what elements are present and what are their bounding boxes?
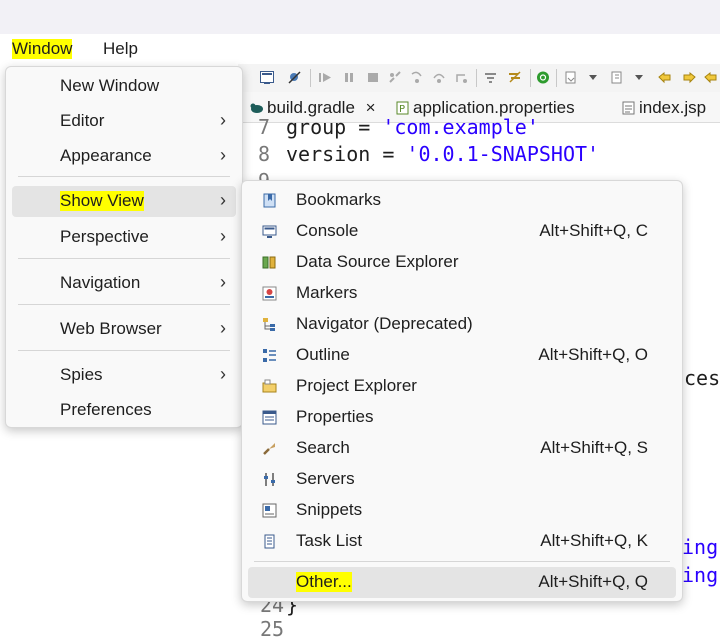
task-list-icon	[264, 534, 275, 549]
back-icon[interactable]	[658, 71, 672, 84]
line-number: 25	[260, 617, 285, 641]
step-over-icon[interactable]	[432, 71, 446, 84]
navigator-icon	[263, 318, 275, 331]
console-icon	[262, 225, 277, 238]
chevron-right-icon: ›	[220, 364, 226, 384]
window-title-bar	[0, 0, 720, 34]
menu-separator	[18, 350, 230, 351]
window-menu: New Window Editor › Appearance › Show View…	[5, 66, 243, 428]
bookmark-icon	[263, 193, 276, 208]
chevron-right-icon: ›	[220, 110, 226, 130]
forward-icon[interactable]	[682, 71, 696, 84]
disconnect-icon[interactable]	[388, 71, 402, 84]
menu-item-show-view[interactable]: Show View ›	[12, 186, 236, 217]
terminal-icon[interactable]	[260, 71, 274, 84]
submenu-item-outline[interactable]: Outline Alt+Shift+Q, O	[242, 340, 682, 371]
submenu-item-markers[interactable]: Markers	[242, 278, 682, 309]
menu-help[interactable]: Help	[103, 39, 138, 59]
toolbar-separator	[530, 69, 531, 87]
open-type-icon[interactable]	[610, 71, 624, 84]
spring-boot-icon[interactable]	[536, 71, 550, 84]
chevron-right-icon: ›	[220, 226, 226, 246]
submenu-item-other[interactable]: Other... Alt+Shift+Q, Q	[248, 567, 676, 598]
toolbar-separator	[310, 69, 311, 87]
submenu-item-properties[interactable]: Properties	[242, 402, 682, 433]
properties-file-icon: P	[396, 101, 409, 115]
resume-icon[interactable]	[318, 71, 332, 84]
chevron-right-icon: ›	[220, 190, 226, 210]
submenu-item-search[interactable]: Search Alt+Shift+Q, S	[242, 433, 682, 464]
dropdown-arrow-icon[interactable]	[632, 71, 646, 84]
markers-icon	[262, 286, 277, 301]
snippets-icon	[262, 503, 277, 518]
suspend-icon[interactable]	[342, 71, 356, 84]
step-return-icon[interactable]	[454, 71, 468, 84]
menu-item-spies[interactable]: Spies ›	[6, 360, 242, 391]
dropdown-arrow-icon[interactable]	[586, 71, 600, 84]
new-wizard-icon[interactable]	[564, 71, 578, 84]
menu-window[interactable]: Window	[12, 39, 73, 59]
toolbar-separator	[556, 69, 557, 87]
line-number: 8	[258, 142, 271, 166]
menu-separator	[18, 258, 230, 259]
jsp-file-icon	[622, 101, 635, 115]
tab-index-jsp[interactable]: index.jsp	[622, 98, 706, 118]
submenu-item-snippets[interactable]: Snippets	[242, 495, 682, 526]
step-into-icon[interactable]	[410, 71, 424, 84]
data-source-explorer-icon	[262, 256, 276, 269]
submenu-item-servers[interactable]: Servers	[242, 464, 682, 495]
menu-item-perspective[interactable]: Perspective ›	[6, 222, 242, 253]
menu-bar: Window Help	[0, 34, 720, 64]
submenu-item-console[interactable]: Console Alt+Shift+Q, C	[242, 216, 682, 247]
toolbar-separator	[476, 69, 477, 87]
back-history-icon[interactable]	[704, 71, 718, 84]
svg-text:P: P	[399, 104, 405, 115]
code-line: group = 'com.example'	[286, 115, 539, 139]
outline-icon	[263, 349, 276, 362]
servers-icon	[264, 473, 275, 486]
chevron-right-icon: ›	[220, 318, 226, 338]
menu-separator	[254, 561, 670, 562]
show-view-submenu: Bookmarks Console Alt+Shift+Q, C Data So…	[241, 180, 683, 602]
search-icon	[263, 443, 275, 455]
menu-item-preferences[interactable]: Preferences	[6, 395, 242, 426]
submenu-item-bookmarks[interactable]: Bookmarks	[242, 185, 682, 216]
code-fragment: ces.	[684, 366, 720, 390]
main-toolbar	[238, 64, 720, 92]
code-fragment: ing	[682, 535, 719, 559]
project-explorer-icon	[262, 379, 277, 393]
line-number: 7	[258, 115, 271, 139]
chevron-right-icon: ›	[220, 145, 226, 165]
code-line: version = '0.0.1-SNAPSHOT'	[286, 142, 600, 166]
menu-separator	[18, 176, 230, 177]
chevron-right-icon: ›	[220, 272, 226, 292]
menu-item-navigation[interactable]: Navigation ›	[6, 268, 242, 299]
menu-item-editor[interactable]: Editor ›	[6, 106, 242, 137]
menu-item-new-window[interactable]: New Window	[6, 71, 242, 102]
use-step-filters-icon[interactable]	[484, 71, 498, 84]
submenu-item-project-explorer[interactable]: Project Explorer	[242, 371, 682, 402]
menu-item-appearance[interactable]: Appearance ›	[6, 141, 242, 172]
submenu-item-task-list[interactable]: Task List Alt+Shift+Q, K	[242, 526, 682, 557]
menu-separator	[18, 304, 230, 305]
submenu-item-navigator[interactable]: Navigator (Deprecated)	[242, 309, 682, 340]
tab-label: index.jsp	[639, 98, 707, 117]
menu-item-web-browser[interactable]: Web Browser ›	[6, 314, 242, 345]
skip-breakpoints-icon[interactable]	[288, 71, 302, 84]
gradle-elephant-icon	[250, 103, 263, 113]
code-fragment: ing	[682, 563, 719, 587]
skip-all-icon[interactable]	[508, 71, 522, 84]
properties-icon	[262, 410, 277, 425]
submenu-item-data-source-explorer[interactable]: Data Source Explorer	[242, 247, 682, 278]
terminate-icon[interactable]	[366, 71, 380, 84]
